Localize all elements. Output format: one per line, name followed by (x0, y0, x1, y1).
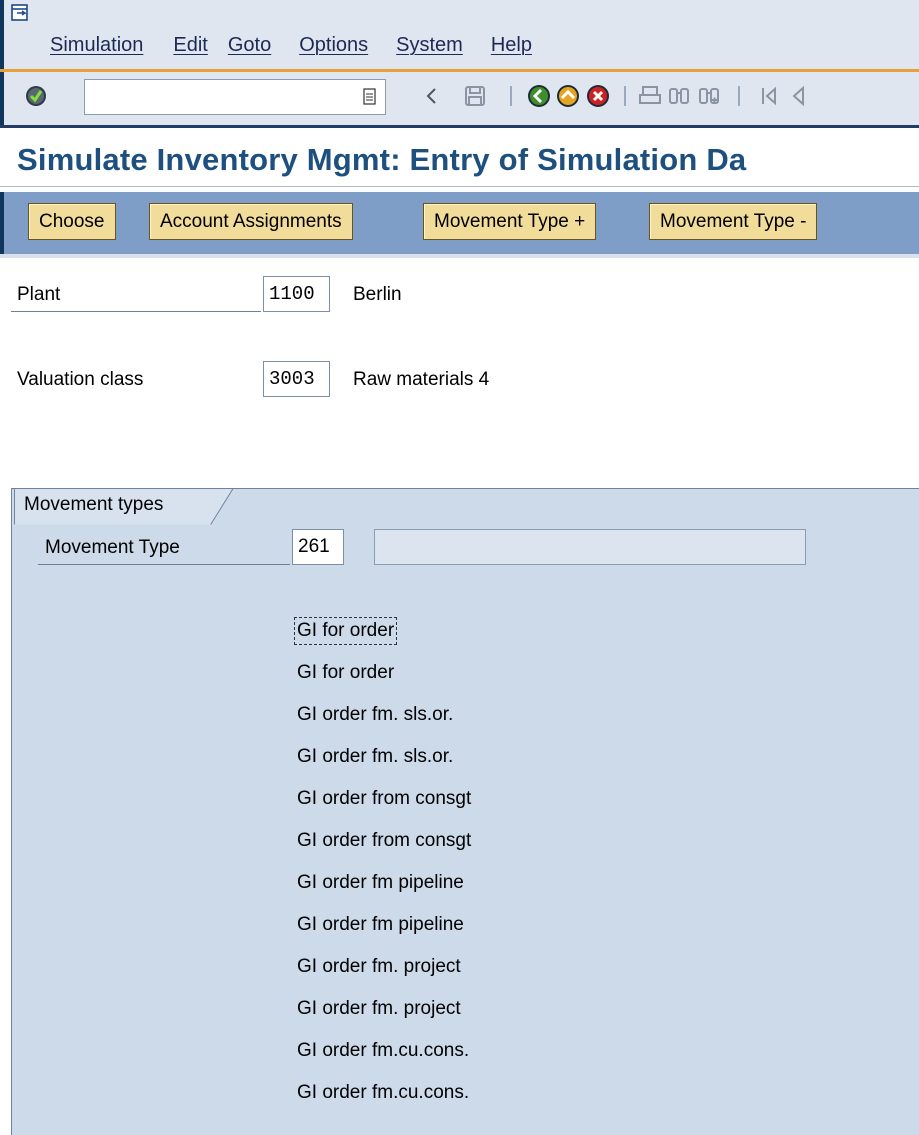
movement-types-group (11, 488, 919, 1135)
movement-type-list-item[interactable]: GI order fm. sls.or. (297, 746, 453, 768)
menu-goto[interactable]: Goto (228, 34, 271, 60)
movement-type-list-item[interactable]: GI for order (293, 617, 398, 645)
movement-type-list-item[interactable]: GI order fm.cu.cons. (297, 1082, 469, 1104)
movement-type-list-item[interactable]: GI order fm. project (297, 998, 461, 1020)
title-divider (0, 186, 919, 187)
enter-check-icon[interactable] (24, 84, 48, 108)
window-edge (0, 192, 4, 254)
valuation-class-input[interactable]: 3003 (263, 361, 330, 397)
menu-bar: Simulation Edit Goto Options System Help (0, 0, 919, 69)
movement-type-list-item[interactable]: GI order fm. project (297, 956, 461, 978)
toolbar-separator (738, 86, 740, 106)
menu-system[interactable]: System (396, 34, 463, 60)
group-title: Movement types (24, 494, 164, 515)
valuation-class-label: Valuation class (17, 369, 144, 390)
movement-type-list-item[interactable]: GI for order (297, 662, 394, 684)
movement-type-minus-button[interactable]: Movement Type - (649, 203, 818, 240)
standard-toolbar (0, 72, 919, 128)
application-toolbar: Choose Account Assignments Movement Type… (0, 192, 919, 254)
previous-page-icon[interactable] (786, 84, 810, 108)
command-history-icon[interactable] (362, 87, 378, 107)
menu-simulation[interactable]: Simulation (50, 34, 143, 60)
movement-type-label-underline (38, 564, 290, 565)
movement-type-list-item[interactable]: GI order fm pipeline (297, 914, 464, 936)
valuation-class-description: Raw materials 4 (353, 369, 490, 390)
command-field[interactable] (84, 79, 386, 115)
account-assignments-button[interactable]: Account Assignments (149, 203, 353, 240)
movement-type-list-item[interactable]: GI order fm pipeline (297, 872, 464, 894)
command-input[interactable] (85, 80, 365, 114)
menu-edit[interactable]: Edit (173, 34, 207, 60)
movement-type-plus-button[interactable]: Movement Type + (423, 203, 597, 240)
find-icon[interactable] (667, 84, 691, 108)
movement-type-list-item[interactable]: GI order fm.cu.cons. (297, 1040, 469, 1062)
plant-label-underline (11, 311, 261, 312)
menu-items: Simulation Edit Goto Options System Help (50, 34, 562, 60)
toolbar-separator (624, 86, 626, 106)
menu-options[interactable]: Options (299, 34, 368, 60)
movement-type-description-field (374, 529, 806, 565)
cancel-icon[interactable] (586, 84, 610, 108)
print-icon[interactable] (638, 84, 662, 108)
plant-description: Berlin (353, 284, 402, 305)
collapse-arrow-icon[interactable] (420, 84, 444, 108)
first-page-icon[interactable] (757, 84, 781, 108)
toolbar-divider (0, 254, 919, 258)
movement-type-list-item[interactable]: GI order from consgt (297, 830, 471, 852)
find-next-icon[interactable] (697, 84, 721, 108)
plant-input[interactable]: 1100 (263, 276, 330, 312)
save-icon[interactable] (463, 84, 487, 108)
plant-label: Plant (17, 284, 61, 305)
toolbar-separator (510, 86, 512, 106)
window-edge (0, 0, 4, 69)
menu-help[interactable]: Help (491, 34, 532, 60)
page-title: Simulate Inventory Mgmt: Entry of Simula… (17, 142, 747, 177)
choose-button[interactable]: Choose (28, 203, 116, 240)
exit-icon[interactable] (556, 84, 580, 108)
movement-type-list-item[interactable]: GI order from consgt (297, 788, 471, 810)
back-icon[interactable] (527, 84, 551, 108)
movement-type-input[interactable]: 261 (292, 529, 344, 565)
system-menu-icon[interactable] (11, 4, 29, 22)
movement-type-list-item[interactable]: GI order fm. sls.or. (297, 704, 453, 726)
window-edge (0, 72, 4, 125)
movement-type-label: Movement Type (45, 537, 180, 558)
